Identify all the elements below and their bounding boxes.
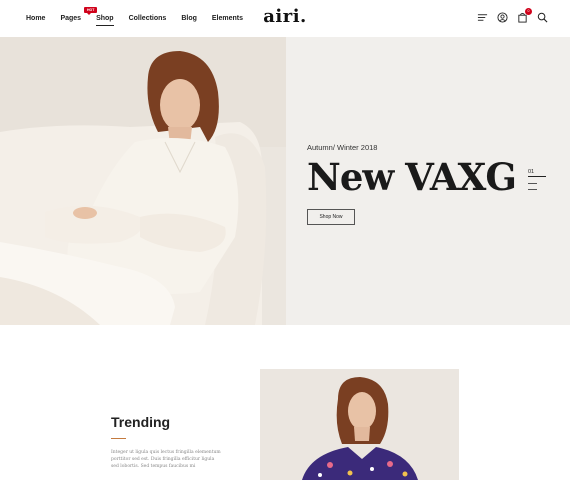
- slide-dot-3[interactable]: [528, 189, 537, 190]
- trending-title: Trending: [111, 414, 171, 430]
- slide-number: 01: [528, 169, 535, 175]
- search-icon[interactable]: [537, 12, 548, 23]
- header-icons: 0: [477, 8, 548, 23]
- bag-icon[interactable]: 0: [517, 8, 532, 23]
- trending-description: Integer ut ligula quis lectus fringilla …: [111, 450, 221, 469]
- menu-icon[interactable]: [477, 12, 488, 23]
- trending-divider: [111, 438, 126, 439]
- trending-product-image[interactable]: [260, 369, 459, 480]
- slide-dot-2[interactable]: [528, 183, 537, 184]
- slide-dot-1[interactable]: [528, 176, 546, 177]
- cart-count-badge: 0: [525, 8, 532, 15]
- hero-slider: Autumn/ Winter 2018 New VAXG Shop Now 01: [0, 37, 570, 325]
- hero-title: New VAXG: [307, 155, 517, 199]
- slider-pagination: 01: [528, 169, 548, 195]
- shop-now-button[interactable]: Shop Now: [307, 209, 355, 225]
- hero-subtitle: Autumn/ Winter 2018: [307, 143, 378, 152]
- site-header: Home Pages Shop Collections Blog Element…: [0, 0, 570, 37]
- hero-model-image: [0, 37, 286, 325]
- user-icon[interactable]: [497, 12, 508, 23]
